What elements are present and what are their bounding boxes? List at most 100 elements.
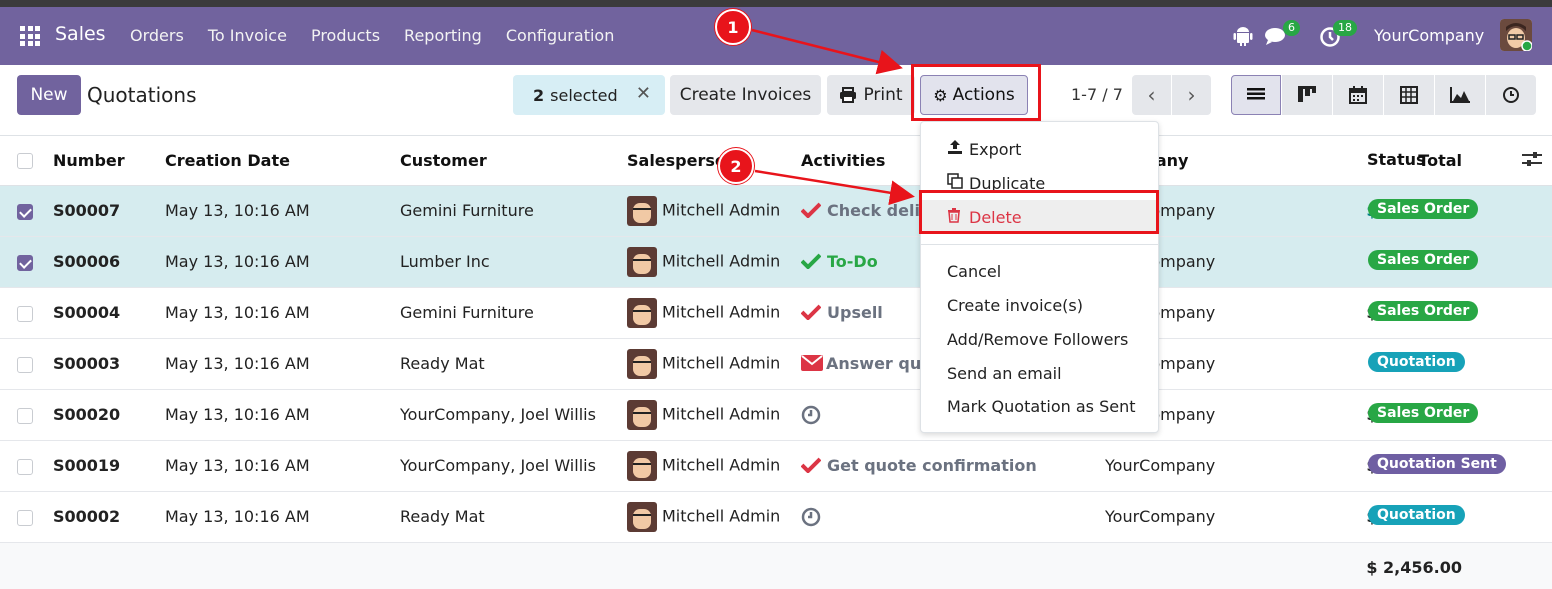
list-view-button[interactable] <box>1231 75 1281 115</box>
column-status[interactable]: Status <box>1367 136 1552 186</box>
row-status-cell: Sales Order <box>1368 185 1552 237</box>
row-checkbox[interactable] <box>17 254 33 271</box>
dropdown-export[interactable]: Export <box>921 132 1158 166</box>
activity-summary: Upsell <box>827 303 883 322</box>
row-status-cell: Quotation <box>1368 491 1552 543</box>
row-number: S00007 <box>53 185 165 237</box>
control-panel: New Quotations 2 selected ✕ Create Invoi… <box>0 65 1552 136</box>
user-avatar[interactable] <box>1500 19 1532 51</box>
salesperson-avatar[interactable] <box>627 399 657 430</box>
selected-count: 2 <box>533 85 545 105</box>
new-button[interactable]: New <box>17 75 81 115</box>
salesperson-avatar[interactable] <box>627 297 657 328</box>
check-icon[interactable] <box>801 303 827 322</box>
select-all-checkbox[interactable] <box>17 153 33 170</box>
menu-products[interactable]: Products <box>311 26 380 45</box>
dropdown-export-label: Export <box>969 139 1022 159</box>
table-row[interactable]: S00006 May 13, 10:16 AM Lumber Inc Mitchell… <box>0 236 1552 288</box>
optional-columns-sliders-icon[interactable] <box>1522 150 1542 172</box>
table-row[interactable]: S00007 May 13, 10:16 AM Gemini Furniture Mi… <box>0 185 1552 237</box>
dropdown-cancel[interactable]: Cancel <box>921 254 1158 288</box>
annotation-step-2: 2 <box>718 148 754 184</box>
row-salesperson: Mitchell Admin <box>627 287 801 339</box>
calendar-view-button[interactable] <box>1333 75 1383 115</box>
clear-selection-close-icon[interactable]: ✕ <box>636 83 651 104</box>
salesperson-avatar[interactable] <box>627 195 657 226</box>
salesperson-avatar[interactable] <box>627 501 657 532</box>
envelope-icon[interactable] <box>801 354 826 373</box>
menu-reporting[interactable]: Reporting <box>404 26 482 45</box>
salesperson-avatar[interactable] <box>627 246 657 277</box>
row-creation-date: May 13, 10:16 AM <box>165 338 400 390</box>
create-invoices-button[interactable]: Create Invoices <box>670 75 821 115</box>
menu-to-invoice[interactable]: To Invoice <box>208 26 287 45</box>
selected-label: selected <box>550 85 618 105</box>
row-company: YourCompany <box>1105 440 1275 492</box>
android-icon[interactable] <box>1233 25 1253 47</box>
row-activity[interactable]: Get quote confirmation <box>801 440 1105 492</box>
table-row[interactable]: S00020 May 13, 10:16 AM YourCompany, Joel … <box>0 389 1552 441</box>
pivot-view-button[interactable] <box>1384 75 1434 115</box>
menu-orders[interactable]: Orders <box>130 26 184 45</box>
row-status-cell: Sales Order <box>1368 389 1552 441</box>
app-brand[interactable]: Sales <box>55 23 106 45</box>
calendar-view-icon <box>1349 86 1367 104</box>
activity-summary: To-Do <box>827 252 878 271</box>
salesperson-name: Mitchell Admin <box>662 353 781 372</box>
check-icon[interactable] <box>801 456 827 475</box>
row-status-cell: Sales Order <box>1368 236 1552 288</box>
top-strip <box>0 0 1552 7</box>
dropdown-mark-quotation-sent[interactable]: Mark Quotation as Sent <box>921 389 1158 423</box>
table-row[interactable]: S00003 May 13, 10:16 AM Ready Mat Mitchell … <box>0 338 1552 390</box>
table-header-row: Number Creation Date Customer Salesperso… <box>0 136 1552 186</box>
row-salesperson: Mitchell Admin <box>627 440 801 492</box>
graph-view-button[interactable] <box>1435 75 1485 115</box>
salesperson-avatar[interactable] <box>627 450 657 481</box>
menu-configuration[interactable]: Configuration <box>506 26 615 45</box>
row-status-cell: Quotation Sent <box>1368 440 1552 492</box>
row-status-cell: Sales Order <box>1368 287 1552 339</box>
table-row[interactable]: S00004 May 13, 10:16 AM Gemini Furniture Mi… <box>0 287 1552 339</box>
kanban-view-button[interactable] <box>1282 75 1332 115</box>
activity-badge: 18 <box>1333 20 1357 36</box>
column-customer[interactable]: Customer <box>400 136 627 186</box>
row-checkbox[interactable] <box>17 407 33 424</box>
chevron-right-icon: › <box>1187 83 1196 107</box>
table-row[interactable]: S00002 May 13, 10:16 AM Ready Mat Mitchell … <box>0 491 1552 543</box>
company-switcher[interactable]: YourCompany <box>1374 26 1484 45</box>
pager-previous-button[interactable]: ‹ <box>1132 75 1171 115</box>
table-view-icon <box>1400 86 1418 104</box>
pager-value[interactable]: 1-7 / 7 <box>1071 85 1123 104</box>
activity-view-button[interactable] <box>1486 75 1536 115</box>
column-number[interactable]: Number <box>53 136 165 186</box>
row-creation-date: May 13, 10:16 AM <box>165 440 400 492</box>
salesperson-name: Mitchell Admin <box>662 251 781 270</box>
apps-grid-icon[interactable] <box>20 26 40 46</box>
table-row[interactable]: S00019 May 13, 10:16 AM YourCompany, Joel … <box>0 440 1552 492</box>
row-number: S00020 <box>53 389 165 441</box>
row-number: S00006 <box>53 236 165 288</box>
row-checkbox[interactable] <box>17 458 33 475</box>
status-badge: Sales Order <box>1368 300 1479 321</box>
row-activity[interactable] <box>801 491 1105 543</box>
page-title: Quotations <box>87 83 197 107</box>
dropdown-create-invoices[interactable]: Create invoice(s) <box>921 288 1158 322</box>
check-icon[interactable] <box>801 201 827 220</box>
salesperson-avatar[interactable] <box>627 348 657 379</box>
column-salesperson[interactable]: Salesperson <box>627 136 801 186</box>
row-creation-date: May 13, 10:16 AM <box>165 389 400 441</box>
printer-icon <box>840 87 857 103</box>
row-checkbox[interactable] <box>17 203 33 220</box>
main-menu: Orders To Invoice Products Reporting Con… <box>130 26 614 45</box>
clock-icon[interactable] <box>801 405 821 425</box>
row-checkbox[interactable] <box>17 305 33 322</box>
print-button[interactable]: Print <box>827 75 915 115</box>
check-icon[interactable] <box>801 252 827 271</box>
row-checkbox[interactable] <box>17 356 33 373</box>
dropdown-send-email[interactable]: Send an email <box>921 356 1158 390</box>
row-checkbox[interactable] <box>17 509 33 526</box>
pager-next-button[interactable]: › <box>1172 75 1211 115</box>
clock-icon[interactable] <box>801 507 821 527</box>
column-creation-date[interactable]: Creation Date <box>165 136 400 186</box>
dropdown-add-remove-followers[interactable]: Add/Remove Followers <box>921 322 1158 356</box>
